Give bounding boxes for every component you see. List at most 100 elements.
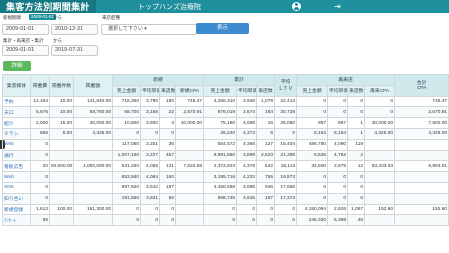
table-cell: 141,640.00 [73, 95, 113, 108]
table-cell: 4,762 [327, 149, 349, 162]
table-cell [174, 127, 205, 140]
user-icon[interactable] [292, 2, 301, 11]
table-row: SNS 0 997,920 3,542 197 3,458,568 3,685 946 17,5… [2, 181, 449, 194]
display-button[interactable]: 表示 [196, 23, 249, 34]
table-cell: 0 [236, 203, 258, 216]
table-cell: 161,300.00 [73, 203, 113, 216]
table-cell: 0 [30, 149, 50, 162]
media-link[interactable]: 紹介 [2, 117, 31, 129]
media-link[interactable]: Web [2, 138, 31, 151]
table-cell: 3,168 [140, 106, 160, 119]
media-link[interactable]: 知り合い [2, 192, 31, 205]
media-link[interactable]: チラシ [2, 127, 31, 140]
agg-to-date[interactable]: 2019-07-31 [51, 45, 98, 56]
col-posting-amount: 掲載額 [73, 74, 113, 97]
table-cell: 1 [347, 117, 366, 129]
table-cell: 653,560 [112, 171, 141, 183]
symptom-select[interactable]: 選択して下さい ▾ [101, 24, 197, 35]
table-cell: 4,222 [236, 171, 258, 183]
table-cell [49, 171, 74, 183]
table-cell [49, 192, 74, 205]
media-link[interactable]: SNS [2, 181, 31, 194]
table-cell: 164 [256, 106, 276, 119]
group-new: 新規 [111, 74, 205, 86]
table-cell [174, 181, 205, 194]
table-cell: 10.00 [49, 95, 74, 108]
table-cell: 68,700 [112, 106, 141, 119]
table-cell: 0 [236, 214, 258, 227]
table-cell: 152.60 [364, 203, 396, 216]
logout-icon[interactable]: ⇥ [334, 2, 344, 11]
table-cell: 3,899 [236, 149, 258, 162]
table-cell: 26,240 [203, 127, 238, 140]
table-cell: 34,500 [296, 160, 329, 173]
table-cell: 3,458,568 [203, 181, 238, 194]
table-cell: 967 [296, 117, 329, 129]
table-cell: 18,113 [274, 160, 298, 173]
table-cell: 0 [347, 171, 366, 183]
table-cell: 10.00 [49, 106, 74, 119]
kara-label-1: から [53, 15, 62, 20]
table-cell: 7,500.00 [394, 117, 449, 129]
table-cell: 0 [347, 95, 366, 108]
table-cell: 127 [256, 138, 276, 151]
table-cell: 0 [327, 171, 349, 183]
table-cell: 100.00 [49, 203, 74, 216]
table-cell: 0 [364, 95, 396, 108]
table-cell: 187 [256, 192, 276, 205]
table-cell: 467 [159, 149, 176, 162]
table-cell: 1,079 [256, 95, 276, 108]
table-cell: 5.00 [49, 127, 74, 140]
table-cell [394, 192, 449, 205]
detail-button[interactable]: 詳細 [3, 61, 31, 71]
table-cell: 745.47 [394, 95, 449, 108]
table-cell: 3,946 [236, 95, 258, 108]
table-cell: 755 [256, 171, 276, 183]
col-media: 集客媒体 [2, 74, 31, 97]
table-cell: 95 [30, 214, 50, 227]
table-cell: 718,360 [112, 95, 141, 108]
table-cell: 20 [30, 160, 50, 173]
table-cell: 0 [327, 181, 349, 194]
media-link[interactable]: 予約 [2, 95, 31, 108]
table-cell [49, 149, 74, 162]
media-link[interactable]: 通行 [2, 149, 31, 162]
media-link[interactable]: 天口 [2, 106, 31, 119]
table-cell [49, 214, 74, 227]
media-link[interactable]: 看板広告 [2, 160, 31, 173]
media-link[interactable]: 新規登録 [2, 203, 31, 216]
table-cell: 36 [159, 138, 176, 151]
table-cell: 2,875 [327, 160, 349, 173]
table-cell: 50 [159, 192, 176, 205]
col-avg-ltv: 平均 ＬＴＶ [274, 74, 298, 97]
table-cell: 22 [159, 106, 176, 119]
col-cum-sales: 売上金額 [203, 84, 238, 97]
new-to-date[interactable]: 2010-12-31 [51, 24, 98, 35]
table-row: チラシ 865 5.00 4,325.00 0 0 0 26,240 4,373 6 0 8,164 8… [2, 127, 449, 140]
table-cell: 0 [347, 181, 366, 194]
table-cell: 2,000 [30, 117, 50, 129]
agg-from-date[interactable]: 2009-01-01 [2, 45, 49, 56]
table-cell: 4,698 [236, 117, 258, 129]
table-cell: 0 [274, 127, 298, 140]
table-cell: 1,007,100 [112, 149, 141, 162]
media-link[interactable]: ｱﾝｹｰﾄ [2, 214, 31, 227]
table-cell: 745.47 [174, 95, 205, 108]
table-cell [49, 138, 74, 151]
table-cell: 9,525 [296, 149, 329, 162]
table-cell: 4,084 [140, 171, 160, 183]
table-cell: 0 [140, 214, 160, 227]
table-cell: 10,800 [112, 117, 141, 129]
table-cell: 2 [347, 149, 366, 162]
table-cell: 0 [159, 214, 176, 227]
table-cell [174, 214, 205, 227]
table-cell: 3,790 [140, 95, 160, 108]
table-cell: 0 [112, 127, 141, 140]
media-link[interactable]: Web [2, 171, 31, 183]
new-from-date[interactable]: 2009-01-01 [2, 24, 49, 35]
table-cell: 14,164 [30, 95, 50, 108]
table-cell: 1,000,000.00 [73, 160, 113, 173]
col-posting-fee: 掲載費 [30, 74, 50, 97]
col-cum-avg: 平均単価 [236, 84, 258, 97]
table-cell: 246,320 [296, 214, 329, 227]
